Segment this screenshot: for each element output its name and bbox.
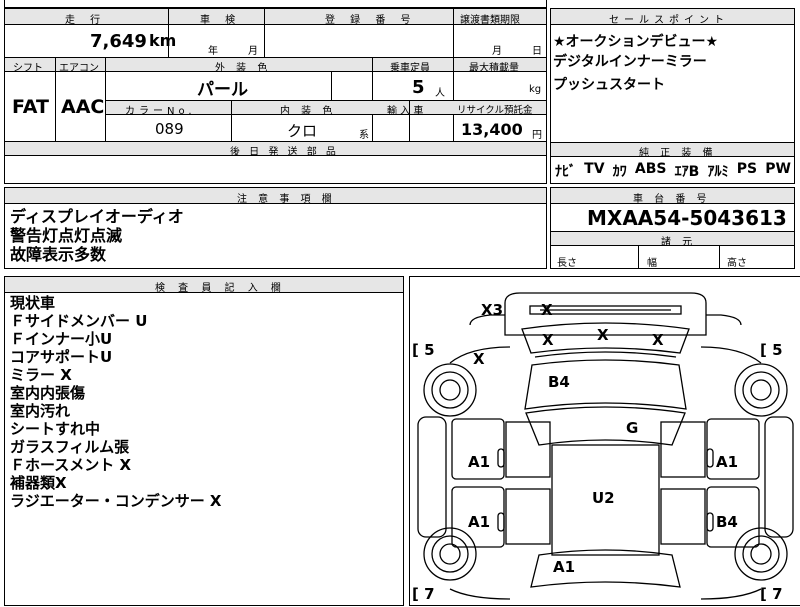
capacity-label: 乗車定員 bbox=[390, 63, 430, 74]
inspector-line: Ｆサイドメンバー U bbox=[10, 312, 148, 330]
dimensions-label: 諸 元 bbox=[661, 237, 697, 248]
mileage-label: 走 行 bbox=[65, 15, 107, 26]
exterior-color-value: パール bbox=[197, 80, 248, 100]
equipment-label: 純 正 装 備 bbox=[639, 148, 717, 159]
recycle-unit: 円 bbox=[532, 130, 542, 141]
equipment-item: ｴｱB bbox=[674, 164, 700, 180]
inspector-line: 現状車 bbox=[10, 294, 56, 312]
interior-color-value: クロ bbox=[287, 122, 318, 140]
sales-points-label: セールスポイント bbox=[609, 15, 729, 26]
sales-point-line: プッシュスタート bbox=[553, 77, 665, 93]
equipment-item: ｱﾙﾐ bbox=[707, 164, 729, 180]
mark-x: X bbox=[542, 331, 554, 349]
inspector-line: ガラスフィルム張 bbox=[10, 438, 130, 456]
transfer-label: 譲渡書類期限 bbox=[460, 15, 520, 26]
recycle-label: リサイクル預託金 bbox=[457, 105, 533, 116]
color-no-value: 089 bbox=[155, 120, 184, 138]
length-label: 長さ bbox=[557, 258, 577, 269]
shaken-label: 車 検 bbox=[200, 15, 242, 26]
chassis-box: 車 台 番 号 MXAA54-5043613 諸 元 長さ 幅 高さ bbox=[550, 187, 795, 269]
sales-points-box: セールスポイント ★オークションデビュー★ デジタルインナーミラー プッシュスタ… bbox=[550, 8, 795, 184]
color-no-label: カラーNo. bbox=[125, 106, 196, 117]
height-label: 高さ bbox=[727, 258, 747, 269]
equipment-item: ﾅﾋﾞ bbox=[555, 164, 576, 180]
inspector-box: 検 査 員 記 入 欄 現状車 Ｆサイドメンバー U Ｆインナー小U コアサポー… bbox=[4, 276, 404, 606]
car-diagram: X3 X X X X X B4 G A1 A1 U2 A1 B4 A1 [ 5 … bbox=[412, 292, 794, 603]
top-strip bbox=[4, 0, 547, 8]
equipment-item: ｶﾜ bbox=[612, 164, 627, 180]
interior-color-label: 内 装 色 bbox=[280, 106, 337, 117]
caution-line: ディスプレイオーディオ bbox=[10, 207, 184, 226]
mark-a1: A1 bbox=[553, 558, 575, 576]
width-label: 幅 bbox=[647, 258, 657, 269]
caution-line: 警告灯点灯点滅 bbox=[10, 226, 123, 245]
mileage-value: 7,649 bbox=[90, 31, 147, 52]
interior-color-suffix: 系 bbox=[359, 130, 369, 141]
chassis-number: MXAA54-5043613 bbox=[587, 206, 787, 230]
caution-label: 注 意 事 項 欄 bbox=[237, 194, 336, 205]
caution-box: 注 意 事 項 欄 ディスプレイオーディオ 警告灯点灯点滅 故障表示多数 bbox=[4, 187, 547, 269]
capacity-unit: 人 bbox=[435, 88, 445, 99]
mark-x3: X3 bbox=[481, 301, 503, 319]
mileage-unit: km bbox=[149, 31, 177, 50]
mark-x: X bbox=[473, 350, 485, 368]
inspector-line: 室内内張傷 bbox=[10, 384, 86, 402]
mark-u2: U2 bbox=[592, 489, 615, 507]
aircon-label: エアコン bbox=[59, 63, 99, 74]
mark-g: G bbox=[626, 419, 638, 437]
inspector-line: ミラー X bbox=[10, 366, 72, 384]
shaken-month-unit: 月 bbox=[248, 46, 258, 57]
import-label: 輸 入 車 bbox=[387, 106, 424, 117]
aircon-value: AAC bbox=[61, 96, 105, 118]
inspector-line: シートすれ中 bbox=[10, 420, 101, 438]
tire-front-left: [ 5 bbox=[412, 341, 435, 359]
sales-point-line: ★オークションデビュー★ bbox=[553, 34, 719, 50]
equipment-item: TV bbox=[584, 161, 605, 177]
later-parts-label: 後 日 発 送 部 品 bbox=[230, 147, 339, 158]
transfer-day-unit: 日 bbox=[532, 46, 542, 57]
equipment-item: ABS bbox=[634, 161, 667, 177]
equipment-item: PS bbox=[736, 161, 758, 177]
tire-rear-right: [ 7 bbox=[760, 585, 783, 603]
recycle-value: 13,400 bbox=[461, 120, 523, 139]
mark-x: X bbox=[541, 301, 553, 319]
equipment-list: ﾅﾋﾞ TV ｶﾜ ABS ｴｱB ｱﾙﾐ PS PW bbox=[555, 161, 791, 181]
inspector-line: Ｆホースメント X bbox=[10, 456, 132, 474]
inspector-line: 補器類X bbox=[10, 474, 67, 492]
car-diagram-box: X3 X X X X X B4 G A1 A1 U2 A1 B4 A1 [ 5 … bbox=[409, 276, 800, 606]
capacity-value: 5 bbox=[412, 77, 425, 98]
chassis-label: 車 台 番 号 bbox=[633, 194, 711, 205]
inspector-label: 検 査 員 記 入 欄 bbox=[155, 283, 286, 294]
sales-point-line: デジタルインナーミラー bbox=[553, 54, 707, 70]
equipment-item: PW bbox=[765, 161, 791, 177]
tire-rear-left: [ 7 bbox=[412, 585, 435, 603]
exterior-color-label: 外 装 色 bbox=[215, 63, 272, 74]
transfer-month-unit: 月 bbox=[492, 46, 502, 57]
shaken-year-unit: 年 bbox=[208, 46, 218, 57]
mark-x: X bbox=[652, 331, 664, 349]
mark-b4: B4 bbox=[548, 373, 570, 391]
caution-line: 故障表示多数 bbox=[10, 245, 107, 264]
mark-b4: B4 bbox=[716, 513, 738, 531]
inspector-line: ラジエーター・コンデンサー X bbox=[10, 492, 222, 510]
vehicle-info-block: 走 行 車 検 登 録 番 号 譲渡書類期限 7,649 km 年 月 月 日 bbox=[4, 8, 547, 58]
mark-a1: A1 bbox=[716, 453, 738, 471]
tire-front-right: [ 5 bbox=[760, 341, 783, 359]
specs-block: シフト エアコン 外 装 色 乗車定員 最大積載量 FAT AAC パール 5 … bbox=[4, 58, 547, 184]
shift-value: FAT bbox=[12, 96, 49, 118]
max-load-label: 最大積載量 bbox=[469, 63, 519, 74]
mark-x: X bbox=[597, 326, 609, 344]
mark-a1: A1 bbox=[468, 453, 490, 471]
inspector-line: Ｆインナー小U bbox=[10, 330, 113, 348]
inspector-line: コアサポートU bbox=[10, 348, 113, 366]
shift-label: シフト bbox=[13, 63, 43, 74]
inspector-line: 室内汚れ bbox=[10, 402, 71, 420]
registration-label: 登 録 番 号 bbox=[325, 15, 417, 26]
max-load-unit: kg bbox=[529, 84, 542, 95]
mark-a1: A1 bbox=[468, 513, 490, 531]
